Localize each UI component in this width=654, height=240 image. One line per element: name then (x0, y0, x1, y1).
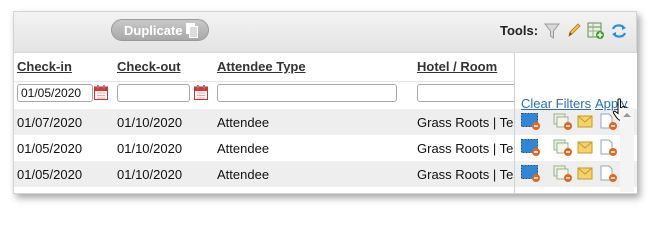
duplicate-button[interactable]: Duplicate (111, 19, 209, 41)
column-header-checkin[interactable]: Check-in (17, 59, 72, 74)
add-spreadsheet-icon[interactable] (587, 22, 605, 40)
pencil-icon[interactable] (566, 22, 584, 40)
action-column: Clear Filters Apply (514, 53, 637, 193)
email-icon[interactable] (577, 139, 595, 157)
move-record-icon[interactable] (553, 165, 572, 183)
cell-checkin: 01/07/2020 (17, 115, 83, 130)
edit-screen-icon[interactable] (521, 165, 540, 183)
copy-icon (186, 23, 198, 41)
column-header-hotel-room[interactable]: Hotel / Room (417, 59, 497, 74)
edit-screen-icon[interactable] (521, 113, 540, 131)
email-icon[interactable] (577, 113, 595, 131)
column-header-attendee-type[interactable]: Attendee Type (217, 59, 306, 74)
hotel-room-filter-input[interactable] (417, 84, 517, 102)
cell-checkin: 01/05/2020 (17, 167, 83, 182)
move-record-icon[interactable] (553, 139, 572, 157)
email-icon[interactable] (577, 165, 595, 183)
cell-attendee-type: Attendee (217, 141, 270, 156)
cell-hotel-room: Grass Roots | Tes (417, 167, 520, 182)
calendar-icon[interactable] (194, 85, 208, 100)
cell-checkout: 01/10/2020 (117, 115, 183, 130)
scroll-up-arrow-icon[interactable] (620, 110, 634, 120)
vertical-scrollbar[interactable] (620, 108, 634, 192)
duplicate-label: Duplicate (124, 22, 183, 38)
column-header-checkout[interactable]: Check-out (117, 59, 181, 74)
document-icon[interactable] (599, 165, 617, 183)
clear-filters-link[interactable]: Clear Filters (521, 96, 591, 111)
move-record-icon[interactable] (553, 113, 572, 131)
checkout-filter-input[interactable] (117, 84, 190, 102)
attendee-type-filter-input[interactable] (217, 84, 397, 102)
cell-checkin: 01/05/2020 (17, 141, 83, 156)
toolbar: Duplicate Tools: (14, 12, 636, 53)
edit-screen-icon[interactable] (521, 139, 540, 157)
cell-attendee-type: Attendee (217, 115, 270, 130)
calendar-icon[interactable] (94, 85, 108, 100)
filter-icon[interactable] (543, 22, 562, 40)
cell-attendee-type: Attendee (217, 167, 270, 182)
grid-panel: Duplicate Tools: Check-in Check-out Atte… (13, 11, 637, 194)
refresh-icon[interactable] (611, 22, 629, 40)
checkin-filter-input[interactable] (17, 84, 93, 102)
cell-hotel-room: Grass Roots | Tes (417, 141, 520, 156)
document-icon[interactable] (599, 139, 617, 157)
cell-checkout: 01/10/2020 (117, 141, 183, 156)
cell-checkout: 01/10/2020 (117, 167, 183, 182)
tools-label: Tools: (500, 23, 539, 38)
cell-hotel-room: Grass Roots | Tes (417, 115, 520, 130)
